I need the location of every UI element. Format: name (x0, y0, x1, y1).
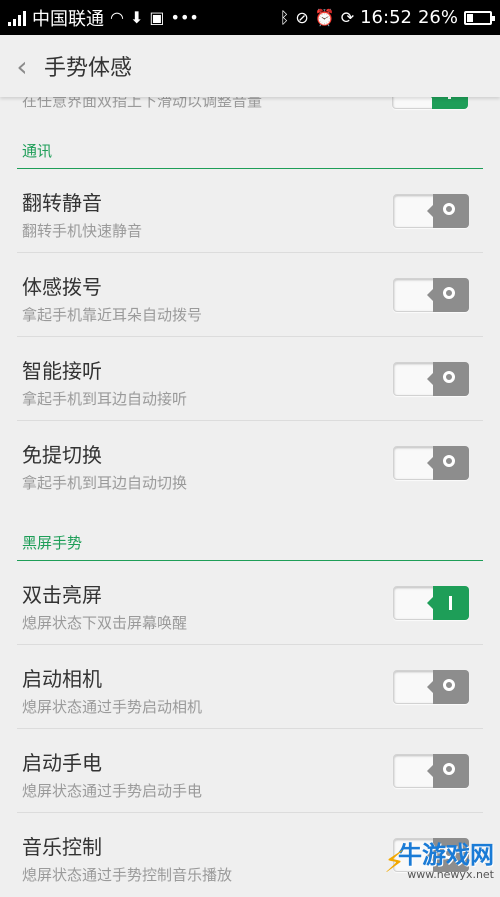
download-icon: ⬇ (129, 7, 144, 27)
launch-flashlight-toggle[interactable] (393, 754, 469, 788)
site-watermark: ⚡ 牛游戏网 www.newyx.net (382, 828, 500, 888)
setting-row-speaker-switch[interactable]: 免提切换 拿起手机到耳边自动切换 (17, 421, 483, 505)
battery-icon (464, 10, 495, 25)
status-bar: 中国联通 ◠ ⬇ ▣ ••• ᛒ ⊘ ⏰ ⟳ 16:52 26% (0, 0, 500, 35)
alarm-icon: ⏰ (314, 7, 335, 27)
setting-subtitle: 熄屏状态通过手势启动相机 (22, 698, 203, 716)
setting-title: 翻转静音 (22, 191, 102, 215)
section-header-communication: 通讯 (0, 113, 500, 169)
setting-row-double-tap-wake[interactable]: 双击亮屏 熄屏状态下双击屏幕唤醒 (17, 561, 483, 645)
watermark-url: www.newyx.net (407, 868, 494, 881)
carrier-name: 中国联通 (32, 8, 104, 30)
setting-subtitle: 熄屏状态通过手势控制音乐播放 (22, 866, 233, 884)
title-bar: ‹ 手势体感 (0, 35, 500, 97)
watermark-logo: 牛游戏网 (398, 841, 494, 869)
setting-row-launch-camera[interactable]: 启动相机 熄屏状态通过手势启动相机 (17, 645, 483, 729)
launch-camera-toggle[interactable] (393, 670, 469, 704)
speaker-switch-toggle[interactable] (393, 446, 469, 480)
setting-title: 启动手电 (22, 751, 102, 775)
setting-subtitle: 拿起手机到耳边自动接听 (22, 390, 188, 408)
setting-title: 免提切换 (22, 443, 102, 467)
setting-title: 启动相机 (22, 667, 102, 691)
setting-subtitle: 拿起手机靠近耳朵自动拨号 (22, 306, 203, 324)
wifi-icon: ◠ (110, 7, 124, 27)
sync-icon: ⟳ (340, 7, 355, 27)
settings-list[interactable]: 在任意界面双指上下滑动以调整音量 通讯 翻转静音 翻转手机快速静音 体感拨号 拿… (0, 97, 500, 897)
setting-title: 体感拨号 (22, 275, 102, 299)
image-icon: ▣ (149, 7, 165, 27)
partial-row-toggle[interactable] (392, 97, 468, 109)
flip-mute-toggle[interactable] (393, 194, 469, 228)
section-header-screen-off-gestures: 黑屏手势 (0, 505, 500, 561)
setting-row-smart-answer[interactable]: 智能接听 拿起手机到耳边自动接听 (17, 337, 483, 421)
setting-title: 智能接听 (22, 359, 102, 383)
section-title: 通讯 (22, 142, 53, 160)
setting-title: 音乐控制 (22, 835, 102, 859)
smart-answer-toggle[interactable] (393, 362, 469, 396)
setting-row-flip-mute[interactable]: 翻转静音 翻转手机快速静音 (17, 169, 483, 253)
signal-icon (8, 10, 26, 26)
clock: 16:52 (360, 7, 412, 28)
setting-subtitle: 熄屏状态通过手势启动手电 (22, 782, 203, 800)
partial-row-subtitle: 在任意界面双指上下滑动以调整音量 (22, 97, 263, 110)
double-tap-wake-toggle[interactable] (393, 586, 469, 620)
setting-row-launch-flashlight[interactable]: 启动手电 熄屏状态通过手势启动手电 (17, 729, 483, 813)
lightning-icon: ⚡ (384, 845, 406, 880)
setting-subtitle: 熄屏状态下双击屏幕唤醒 (22, 614, 188, 632)
setting-row-motion-dial[interactable]: 体感拨号 拿起手机靠近耳朵自动拨号 (17, 253, 483, 337)
motion-dial-toggle[interactable] (393, 278, 469, 312)
more-icon: ••• (170, 7, 199, 27)
setting-subtitle: 拿起手机到耳边自动切换 (22, 474, 188, 492)
setting-subtitle: 翻转手机快速静音 (22, 222, 143, 240)
back-arrow-icon[interactable]: ‹ (2, 50, 42, 83)
section-title: 黑屏手势 (22, 534, 83, 552)
setting-title: 双击亮屏 (22, 583, 102, 607)
mute-icon: ⊘ (295, 7, 309, 27)
partial-setting-row[interactable]: 在任意界面双指上下滑动以调整音量 (0, 97, 500, 113)
page-title: 手势体感 (44, 56, 133, 81)
battery-percent: 26% (417, 7, 458, 28)
bluetooth-icon: ᛒ (279, 7, 290, 27)
